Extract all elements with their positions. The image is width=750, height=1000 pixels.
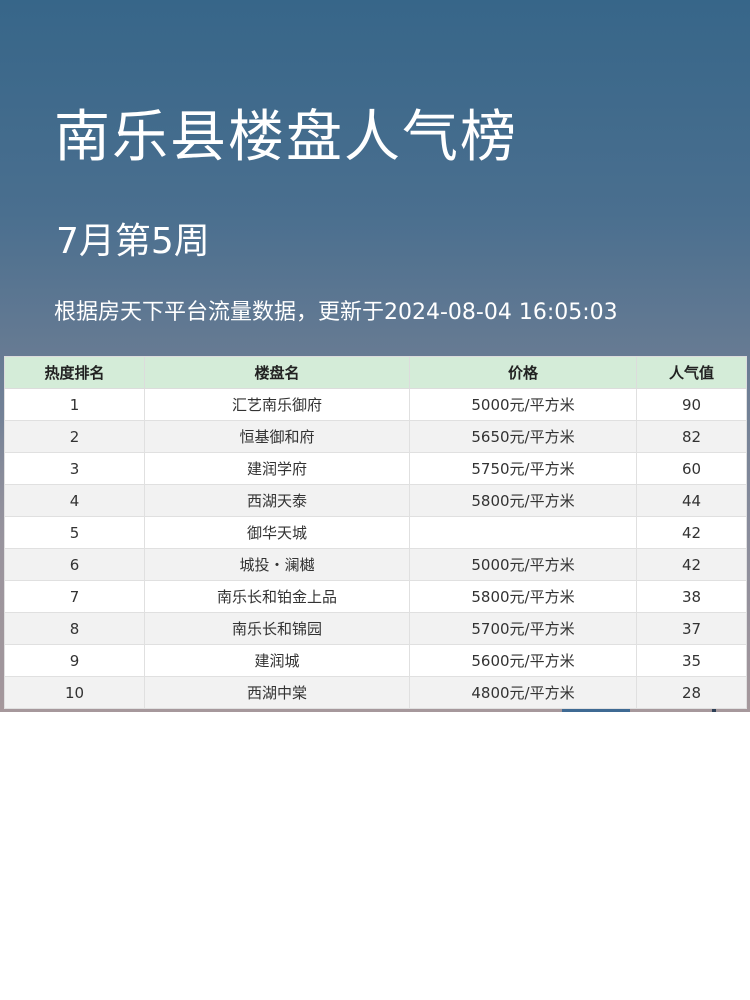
cell-name: 御华天城 [144, 516, 410, 549]
ranking-table: 热度排名 楼盘名 价格 人气值 1 汇艺南乐御府 5000元/平方米 90 2 恒基御和府… [4, 356, 747, 709]
cell-popularity: 38 [636, 580, 747, 613]
table-row: 9 建润城 5600元/平方米 35 [4, 644, 747, 677]
cell-popularity: 35 [636, 644, 747, 677]
cell-name: 南乐长和铂金上品 [144, 580, 410, 613]
table-row: 8 南乐长和锦园 5700元/平方米 37 [4, 612, 747, 645]
column-header-name: 楼盘名 [144, 356, 410, 389]
cell-name: 城投・澜樾 [144, 548, 410, 581]
cell-rank: 5 [4, 516, 145, 549]
cell-rank: 1 [4, 388, 145, 421]
cell-name: 建润学府 [144, 452, 410, 485]
cell-popularity: 28 [636, 676, 747, 709]
column-header-price: 价格 [409, 356, 637, 389]
table-row: 4 西湖天泰 5800元/平方米 44 [4, 484, 747, 517]
cell-rank: 7 [4, 580, 145, 613]
cell-popularity: 90 [636, 388, 747, 421]
table-row: 1 汇艺南乐御府 5000元/平方米 90 [4, 388, 747, 421]
table-body: 1 汇艺南乐御府 5000元/平方米 90 2 恒基御和府 5650元/平方米 82 3 建润学府… [4, 388, 747, 709]
cell-rank: 4 [4, 484, 145, 517]
cell-price: 5700元/平方米 [409, 612, 637, 645]
table-row: 7 南乐长和铂金上品 5800元/平方米 38 [4, 580, 747, 613]
table-row: 3 建润学府 5750元/平方米 60 [4, 452, 747, 485]
cell-price: 5800元/平方米 [409, 580, 637, 613]
table-header-row: 热度排名 楼盘名 价格 人气值 [4, 356, 747, 389]
table-row: 10 西湖中棠 4800元/平方米 28 [4, 676, 747, 709]
cell-popularity: 42 [636, 548, 747, 581]
cell-popularity: 42 [636, 516, 747, 549]
cell-popularity: 37 [636, 612, 747, 645]
update-info: 根据房天下平台流量数据，更新于2024-08-04 16:05:03 [54, 300, 618, 325]
cell-price: 5650元/平方米 [409, 420, 637, 453]
table-row: 2 恒基御和府 5650元/平方米 82 [4, 420, 747, 453]
cell-price: 5600元/平方米 [409, 644, 637, 677]
cell-popularity: 44 [636, 484, 747, 517]
cell-price: 5750元/平方米 [409, 452, 637, 485]
cell-name: 南乐长和锦园 [144, 612, 410, 645]
cell-name: 汇艺南乐御府 [144, 388, 410, 421]
cell-price [409, 516, 637, 549]
cell-rank: 8 [4, 612, 145, 645]
cell-price: 5800元/平方米 [409, 484, 637, 517]
cell-name: 建润城 [144, 644, 410, 677]
cell-name: 西湖中棠 [144, 676, 410, 709]
page-title: 南乐县楼盘人气榜 [54, 105, 518, 170]
cell-popularity: 60 [636, 452, 747, 485]
cell-price: 4800元/平方米 [409, 676, 637, 709]
table-row: 5 御华天城 42 [4, 516, 747, 549]
cell-rank: 2 [4, 420, 145, 453]
cell-rank: 3 [4, 452, 145, 485]
cell-name: 恒基御和府 [144, 420, 410, 453]
cell-rank: 10 [4, 676, 145, 709]
cell-price: 5000元/平方米 [409, 388, 637, 421]
week-subtitle: 7月第5周 [56, 221, 210, 262]
column-header-rank: 热度排名 [4, 356, 145, 389]
cell-name: 西湖天泰 [144, 484, 410, 517]
cell-rank: 9 [4, 644, 145, 677]
table-row: 6 城投・澜樾 5000元/平方米 42 [4, 548, 747, 581]
cell-rank: 6 [4, 548, 145, 581]
column-header-popularity: 人气值 [636, 356, 747, 389]
cell-price: 5000元/平方米 [409, 548, 637, 581]
cell-popularity: 82 [636, 420, 747, 453]
